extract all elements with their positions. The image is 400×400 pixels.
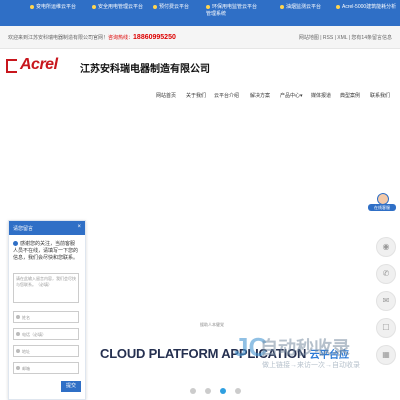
slider-dot-active[interactable] (220, 388, 226, 394)
phone-field[interactable]: 电话（必填） (13, 328, 79, 340)
topbar-item-energy[interactable]: Acrel-5000建筑能耗分析 (336, 4, 396, 11)
platform-icon (92, 4, 96, 9)
hotline-phone: 18860995250 (133, 34, 176, 41)
topbar-item-safety[interactable]: 安全用电管理云平台 (92, 4, 143, 11)
topbar-item-prepaid[interactable]: 预付费云平台 (153, 4, 189, 11)
mail-icon (16, 366, 20, 370)
leave-message-widget: 请您留言 × 感谢您的关注，当前客服人员不在线，请填写一下您的信息，我们会尽快和… (8, 220, 86, 400)
nav-products[interactable]: 产品中心▾ (280, 92, 303, 99)
online-service-avatar[interactable]: 在线客服 (368, 193, 396, 211)
hero-subtitle: 援助人本健党 (200, 322, 224, 327)
close-icon[interactable]: × (77, 224, 81, 230)
platform-icon (153, 4, 157, 9)
phone-icon[interactable]: ✆ (376, 264, 396, 284)
info-bar: 欢迎来到江苏安科瑞电器制造有限公司官网！咨询热线：18860995250 网站地… (0, 26, 400, 49)
nav-cases[interactable]: 典型案例 (340, 92, 360, 99)
platform-icon (280, 4, 284, 9)
watermark-slogan: 做上链接→来访一次→自动收录 (262, 362, 360, 369)
email-field[interactable]: 邮箱 (13, 362, 79, 374)
agent-avatar-icon (13, 241, 18, 247)
company-name: 江苏安科瑞电器制造有限公司 (80, 64, 210, 75)
topbar-item-environment[interactable]: 环保用电监管云平台 管理系统 (206, 4, 257, 18)
platform-icon (206, 4, 210, 9)
nav-media[interactable]: 媒体报道 (311, 92, 331, 99)
address-field[interactable]: 地址 (13, 345, 79, 357)
nav-cloud-platform[interactable]: 云平台介绍 (214, 92, 239, 99)
topbar-item-fume[interactable]: 油烟监测云平台 (280, 4, 321, 11)
submit-button[interactable]: 提交 (61, 381, 81, 392)
message-icon[interactable]: ✉ (376, 291, 396, 311)
nav-solutions[interactable]: 解决方案 (250, 92, 270, 99)
watermark-title: 自动秒收录 (260, 338, 350, 358)
watermark: JC 自动秒收录 做上链接→来访一次→自动收录 (232, 332, 400, 380)
chat-title: 请您留言 (13, 226, 34, 232)
chevron-down-icon: ▾ (300, 93, 303, 99)
nav-about[interactable]: 关于我们 (186, 92, 206, 99)
headset-icon[interactable]: ◉ (376, 237, 396, 257)
topbar-item-substation[interactable]: 变电所运维云平台 (30, 4, 76, 11)
location-icon (16, 349, 20, 353)
main-nav: 网站首页 关于我们 云平台介绍 解决方案 产品中心▾ 媒体报道 典型案例 联系我… (0, 88, 400, 104)
utility-links[interactable]: 网站地图 | RSS | XML | 您有14条留言信息 (299, 34, 392, 41)
slider-dot[interactable] (190, 388, 196, 394)
chat-message: 感谢您的关注，当前客服人员不在线，请填写一下您的信息，我们会尽快和您联系。 (13, 241, 79, 261)
slider-dot[interactable] (205, 388, 211, 394)
acrel-logo-icon (6, 59, 17, 73)
slider-dot[interactable] (235, 388, 241, 394)
phone-icon (16, 332, 20, 336)
welcome-text: 欢迎来到江苏安科瑞电器制造有限公司官网！咨询热线：18860995250 (8, 34, 176, 41)
logo-brand: Acrel (20, 56, 58, 73)
name-field[interactable]: 姓名 (13, 311, 79, 323)
chat-header: 请您留言 × (9, 221, 85, 235)
nav-home[interactable]: 网站首页 (156, 92, 176, 99)
top-platform-bar: 变电所运维云平台 安全用电管理云平台 预付费云平台 环保用电监管云平台 管理系统 … (0, 0, 400, 26)
platform-icon (30, 4, 34, 9)
nav-contact[interactable]: 联系我们 (370, 92, 390, 99)
online-service-label: 在线客服 (368, 204, 396, 211)
message-textarea[interactable]: 请在此输入留言内容，我们会尽快与您联系。（必填） (13, 273, 79, 303)
user-icon (16, 315, 20, 319)
platform-icon (336, 4, 340, 9)
